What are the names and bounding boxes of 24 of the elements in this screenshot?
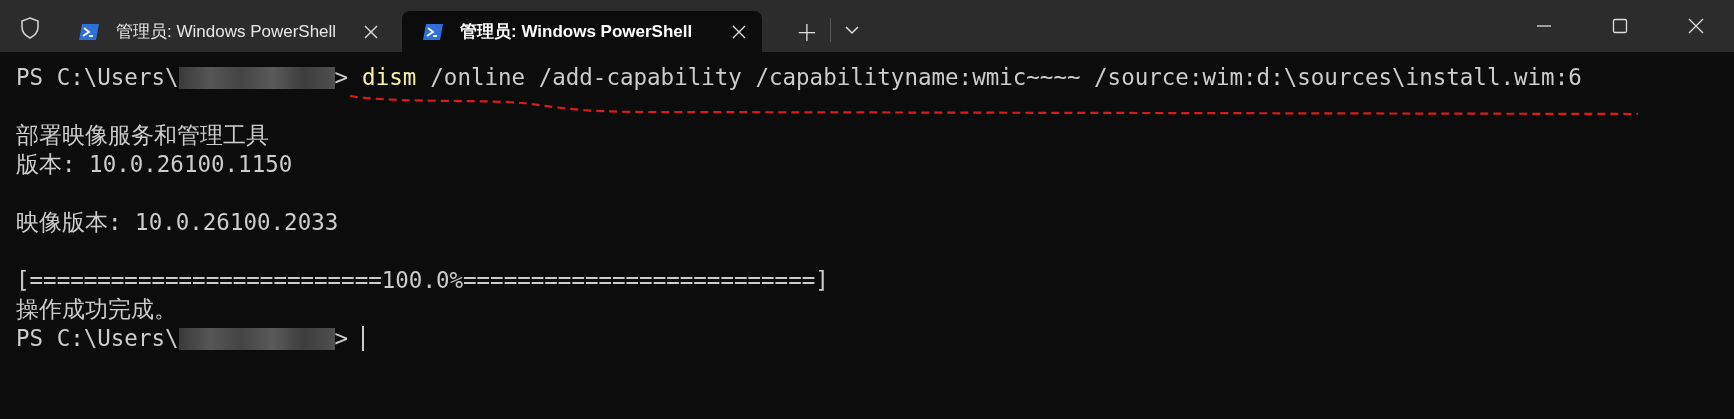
chevron-down-icon[interactable] (844, 25, 859, 35)
close-icon[interactable] (1688, 18, 1704, 34)
close-icon[interactable] (364, 24, 378, 39)
command-name: dism (362, 63, 417, 92)
tab[interactable]: 管理员: Windows PowerShell (402, 11, 762, 52)
output-text: 版本: 10.0.26100.1150 (16, 150, 293, 179)
tab-title: 管理员: Windows PowerShell (116, 21, 338, 43)
output-text: 操作成功完成。 (16, 295, 177, 324)
tab[interactable]: 管理员: Windows PowerShell (58, 11, 394, 52)
close-icon[interactable] (732, 24, 746, 39)
prompt-symbol: > (334, 63, 349, 92)
powershell-icon (422, 22, 444, 41)
output-text: 映像版本: 10.0.26100.2033 (16, 208, 339, 237)
maximize-icon[interactable] (1612, 18, 1628, 34)
output-text: 部署映像服务和管理工具 (16, 121, 269, 150)
powershell-icon (78, 22, 100, 41)
prompt-text: PS C:\Users\ (16, 63, 179, 92)
prompt-text: PS C:\Users\ (16, 324, 179, 353)
new-tab-button[interactable]: + (784, 11, 830, 52)
output-text: [==========================100.0%==========================] (16, 266, 829, 295)
command-arguments: /online /add-capability /capabilityname:wmic~~~~ /source:wim:d:\sources\install.wim:6 (430, 63, 1582, 92)
shield-icon[interactable] (20, 17, 40, 39)
tab-title: 管理员: Windows PowerShell (460, 21, 694, 43)
prompt-symbol: > (334, 324, 349, 353)
